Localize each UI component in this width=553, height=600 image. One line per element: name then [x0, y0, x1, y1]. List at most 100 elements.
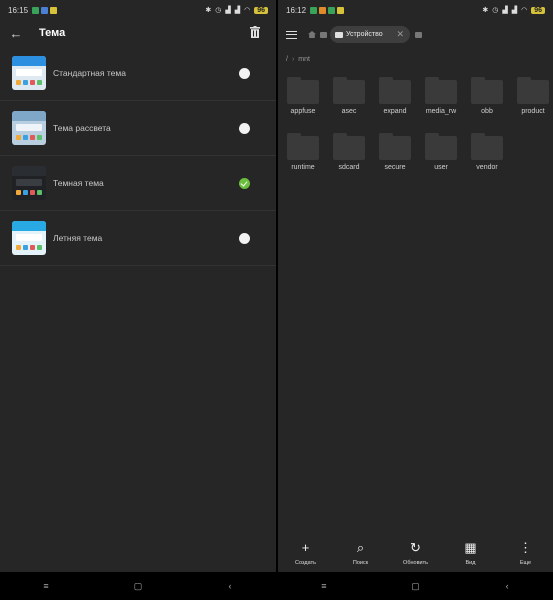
system-nav-bar: ≡ ▢ ‹ [0, 572, 276, 600]
folder-icon [415, 32, 422, 38]
action-grid-view-button[interactable]: ▦ Вид [446, 540, 496, 572]
folder-item[interactable]: media_rw [420, 72, 466, 122]
theme-option[interactable]: Темная тема [0, 156, 276, 211]
folder-icon [287, 77, 319, 104]
app-notification-icon [328, 6, 336, 14]
path-current[interactable]: mnt [298, 56, 310, 63]
menu-nav-icon[interactable]: ≡ [36, 576, 56, 596]
breadcrumb-chip-device[interactable]: Устройство ✕ [330, 26, 410, 43]
close-icon[interactable]: ✕ [396, 29, 404, 40]
action-search-button[interactable]: ⌕ Поиск [336, 540, 386, 572]
folder-icon [379, 77, 411, 104]
theme-option-label: Темная тема [53, 178, 104, 188]
folder-name: sdcard [338, 164, 360, 171]
folder-name: secure [384, 164, 406, 171]
folder-icon [471, 77, 503, 104]
folder-icon [333, 133, 365, 160]
battery-icon: 96 [531, 6, 545, 14]
theme-option[interactable]: Тема рассвета [0, 101, 276, 156]
folder-icon [471, 133, 503, 160]
theme-preview-thumbnail [12, 221, 46, 255]
folder-icon [517, 77, 549, 104]
home-icon[interactable] [308, 31, 316, 38]
search-icon: ⌕ [356, 540, 365, 555]
system-nav-bar: ≡ ▢ ‹ [278, 572, 553, 600]
app-notification-icon [337, 6, 345, 14]
folder-icon [379, 133, 411, 160]
folder-item[interactable]: asec [328, 72, 374, 122]
refresh-icon: ↻ [410, 540, 421, 555]
theme-list: Стандартная тема Тема рассвета Темная тема… [0, 46, 276, 266]
bluetooth-icon: ✱ [205, 7, 212, 14]
action-more-button[interactable]: ⋮ Еще [501, 540, 551, 572]
folder-icon [320, 32, 327, 38]
action-refresh-button[interactable]: ↻ Обновить [391, 540, 441, 572]
back-nav-icon[interactable]: ‹ [497, 576, 517, 596]
folder-item[interactable]: appfuse [282, 72, 328, 122]
signal-icon: ▟ [502, 7, 508, 14]
file-toolbar: Устройство ✕ [278, 20, 553, 50]
folder-name: media_rw [425, 108, 457, 115]
app-notification-icon [50, 6, 58, 14]
folder-item[interactable]: sdcard [328, 128, 374, 178]
trash-icon[interactable] [250, 26, 260, 38]
folder-item[interactable]: product [512, 72, 553, 122]
app-notification-icon [41, 6, 49, 14]
action-label: Вид [465, 560, 476, 566]
status-time: 16:15 [8, 5, 29, 15]
breadcrumb-chip-label: Устройство [346, 31, 383, 38]
back-nav-icon[interactable]: ‹ [220, 576, 240, 596]
plus-icon: + [301, 540, 310, 555]
folder-item[interactable]: secure [374, 128, 420, 178]
grid-view-icon: ▦ [464, 540, 477, 555]
wifi-icon: ◠ [244, 7, 251, 14]
chevron-right-icon: › [291, 56, 295, 63]
home-nav-icon[interactable]: ▢ [128, 576, 148, 596]
action-label: Обновить [403, 560, 428, 566]
radio-unchecked-icon[interactable] [239, 232, 250, 244]
action-plus-button[interactable]: + Создать [281, 540, 331, 572]
action-label: Создать [295, 560, 316, 566]
status-time: 16:12 [286, 5, 307, 15]
folder-item[interactable]: user [420, 128, 466, 178]
notification-icons [310, 6, 345, 14]
breadcrumb: / › mnt [286, 56, 310, 63]
menu-nav-icon[interactable]: ≡ [314, 576, 334, 596]
action-label: Еще [519, 560, 532, 566]
back-arrow-icon[interactable]: ← [0, 26, 32, 41]
status-bar: 16:15 ✱ ◷ ▟ ▟ ◠ 96 [0, 0, 276, 20]
menu-icon[interactable] [286, 31, 297, 39]
folder-item[interactable]: vendor [466, 128, 512, 178]
theme-settings-screen: 16:15 ✱ ◷ ▟ ▟ ◠ 96 ← Тема Стандартная те… [0, 0, 276, 600]
folder-item[interactable]: runtime [282, 128, 328, 178]
folder-icon [287, 133, 319, 160]
file-manager-screen: 16:12 ✱ ◷ ▟ ▟ ◠ 96 Устройство ✕ / › mnt [278, 0, 553, 600]
app-bar: ← Тема [0, 20, 276, 46]
theme-option-label: Летняя тема [53, 233, 103, 243]
app-notification-icon [319, 6, 327, 14]
home-nav-icon[interactable]: ▢ [405, 576, 425, 596]
theme-option[interactable]: Стандартная тема [0, 46, 276, 101]
folder-name: user [434, 164, 448, 171]
theme-option[interactable]: Летняя тема [0, 211, 276, 266]
folder-name: product [521, 108, 545, 115]
folder-item[interactable]: expand [374, 72, 420, 122]
folder-name: asec [341, 108, 357, 115]
radio-checked-icon[interactable] [239, 177, 250, 189]
folder-name: vendor [476, 164, 498, 171]
signal-icon: ▟ [225, 7, 231, 14]
folder-icon [425, 133, 457, 160]
alarm-icon: ◷ [492, 7, 499, 14]
radio-unchecked-icon[interactable] [239, 122, 250, 134]
app-notification-icon [310, 6, 318, 14]
folder-icon [335, 31, 343, 38]
page-title: Тема [39, 27, 66, 39]
folder-name: runtime [291, 164, 315, 171]
radio-unchecked-icon[interactable] [239, 67, 250, 79]
app-notification-icon [32, 6, 40, 14]
folder-item[interactable]: obb [466, 72, 512, 122]
theme-option-label: Тема рассвета [53, 123, 111, 133]
path-root[interactable]: / [286, 56, 288, 63]
folder-name: appfuse [290, 108, 316, 115]
more-icon: ⋮ [519, 540, 532, 555]
